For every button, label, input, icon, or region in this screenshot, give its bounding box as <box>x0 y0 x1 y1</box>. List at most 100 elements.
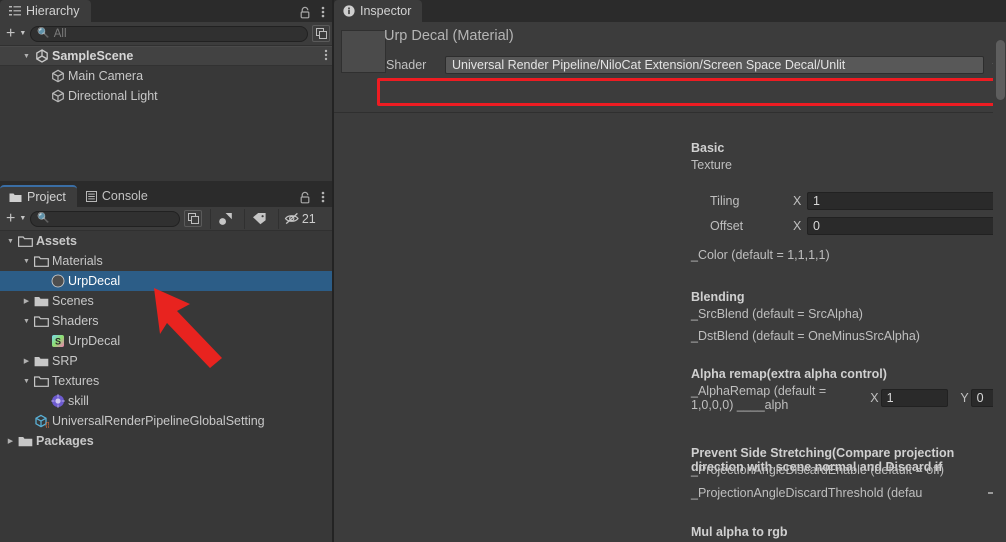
unity-editor-window: Hierarchy + ▼ 🔍 All ▼ SampleScene Main C… <box>0 0 1006 542</box>
hierarchy-expand-button[interactable] <box>312 25 330 42</box>
project-tabbar: Project Console <box>0 185 334 207</box>
project-item-assets[interactable]: ▼ Assets <box>0 231 334 251</box>
chevron-down-icon[interactable]: ▼ <box>20 53 33 60</box>
srcblend-label: _SrcBlend (default = SrcAlpha) <box>691 307 863 321</box>
project-item-srp[interactable]: ▶ SRP <box>0 351 334 371</box>
tab-inspector[interactable]: Inspector <box>334 0 423 22</box>
lock-icon[interactable] <box>294 191 316 207</box>
tree-spacer: ▶ <box>36 92 49 100</box>
inspector-scrollbar-thumb[interactable] <box>996 40 1005 100</box>
kebab-menu-icon[interactable] <box>324 49 328 64</box>
chevron-down-icon[interactable]: ▼ <box>20 318 33 325</box>
hierarchy-item-label: SampleScene <box>52 49 134 63</box>
hierarchy-item-directional-light[interactable]: ▶ Directional Light <box>0 86 334 106</box>
folder-open-icon <box>33 313 50 329</box>
material-sphere-icon <box>49 273 66 289</box>
project-tree[interactable]: ▼ Assets ▼ Materials ▶ UrpDecal ▶ Scenes ▼ Shader… <box>0 231 334 542</box>
project-item-universalrenderpipelineglobalsetting[interactable]: ▶ {}UniversalRenderPipelineGlobalSetting <box>0 411 334 431</box>
project-item-label: SRP <box>52 354 78 368</box>
search-icon: 🔍 <box>37 28 50 39</box>
hierarchy-add-button[interactable]: + <box>4 25 17 42</box>
folder-open-icon <box>33 373 50 389</box>
hierarchy-tab-label: Hierarchy <box>26 4 80 18</box>
project-item-urpdecal[interactable]: ▶ UrpDecal <box>0 271 334 291</box>
hierarchy-tab-icon <box>9 5 21 17</box>
offset-row: Offset X 0 Y 0 <box>710 217 1006 235</box>
tree-spacer: ▶ <box>36 397 49 405</box>
inspector-scrollbar[interactable] <box>993 22 1006 542</box>
gameobject-cube-icon <box>49 88 66 104</box>
mul-alpha-section-title: Mul alpha to rgb <box>691 525 788 539</box>
project-item-textures[interactable]: ▼ Textures <box>0 371 334 391</box>
chevron-down-icon[interactable]: ▼ <box>20 378 33 385</box>
chevron-right-icon[interactable]: ▶ <box>20 357 33 365</box>
console-tab-label: Console <box>101 189 148 203</box>
project-item-shaders[interactable]: ▼ Shaders <box>0 311 334 331</box>
texture-icon <box>49 393 66 409</box>
alpha-remap-y-axis-label: Y <box>960 391 969 405</box>
project-add-dropdown-icon[interactable]: ▼ <box>19 215 26 222</box>
project-item-label: Materials <box>52 254 103 268</box>
inspector-panel: Inspector Urp Decal (Material) Shader Un… <box>334 0 1006 542</box>
hierarchy-item-label: Directional Light <box>68 89 158 103</box>
hierarchy-item-main-camera[interactable]: ▶ Main Camera <box>0 66 334 86</box>
inspector-body: Urp Decal (Material) Shader Universal Re… <box>334 22 1006 542</box>
hierarchy-add-dropdown-icon[interactable]: ▼ <box>19 30 26 37</box>
lock-icon[interactable] <box>294 6 316 22</box>
tab-project[interactable]: Project <box>0 185 77 207</box>
chevron-right-icon[interactable]: ▶ <box>4 437 17 445</box>
project-tab-icon <box>9 192 22 203</box>
folder-icon <box>33 293 50 309</box>
hierarchy-search-placeholder: All <box>53 27 67 40</box>
project-item-skill[interactable]: ▶ skill <box>0 391 334 411</box>
project-item-label: Textures <box>52 374 100 388</box>
tiling-x-input[interactable]: 1 <box>807 192 1006 210</box>
project-item-materials[interactable]: ▼ Materials <box>0 251 334 271</box>
inspector-tab-label: Inspector <box>360 4 412 18</box>
project-item-label: skill <box>68 394 89 408</box>
project-item-label: UniversalRenderPipelineGlobalSetting <box>52 414 265 428</box>
alpha-remap-x-input[interactable]: 1 <box>880 389 949 407</box>
tab-hierarchy[interactable]: Hierarchy <box>0 0 91 22</box>
project-search-input[interactable]: 🔍 <box>30 210 181 227</box>
tiling-label: Tiling <box>710 194 740 208</box>
tree-spacer: ▶ <box>36 72 49 80</box>
project-item-urpdecal[interactable]: ▶ S UrpDecal <box>0 331 334 351</box>
hierarchy-tree[interactable]: ▼ SampleScene ▶ Main Camera ▶ Directional Lig… <box>0 46 334 185</box>
offset-x-input[interactable]: 0 <box>807 217 1006 235</box>
shader-value: Universal Render Pipeline/NiloCat Extens… <box>452 58 846 72</box>
hierarchy-toolbar: + ▼ 🔍 All <box>0 22 334 46</box>
chevron-down-icon[interactable]: ▼ <box>4 238 17 245</box>
color-property-label: _Color (default = 1,1,1,1) <box>691 248 830 262</box>
project-item-packages[interactable]: ▶ Packages <box>0 431 334 451</box>
svg-text:{}: {} <box>45 422 49 428</box>
project-item-label: Scenes <box>52 294 94 308</box>
hierarchy-tabbar: Hierarchy <box>0 0 334 22</box>
project-expand-button[interactable] <box>184 210 203 227</box>
project-item-scenes[interactable]: ▶ Scenes <box>0 291 334 311</box>
projection-discard-threshold-label: _ProjectionAngleDiscardThreshold (defau <box>691 486 923 500</box>
chevron-down-icon[interactable]: ▼ <box>20 258 33 265</box>
texture-label: Texture <box>691 158 732 172</box>
hierarchy-item-samplescene[interactable]: ▼ SampleScene <box>0 46 334 66</box>
folder-icon <box>33 353 50 369</box>
tab-console[interactable]: Console <box>77 185 159 207</box>
filter-by-label-icon[interactable] <box>244 208 275 229</box>
project-item-label: Shaders <box>52 314 99 328</box>
gameobject-cube-icon <box>49 68 66 84</box>
material-header: Urp Decal (Material) Shader Universal Re… <box>334 22 1006 90</box>
project-item-label: UrpDecal <box>68 274 121 288</box>
inspector-tabbar: Inspector <box>334 0 1006 22</box>
hidden-packages-button[interactable]: 21 <box>278 208 321 229</box>
search-icon: 🔍 <box>37 213 50 224</box>
tree-spacer: ▶ <box>36 337 49 345</box>
filter-by-type-icon[interactable] <box>210 208 241 229</box>
offset-x-axis-label: X <box>793 219 802 233</box>
project-item-label: Assets <box>36 234 77 248</box>
project-panel: Project Console + ▼ 🔍 21 ▼ Assets ▼ Mate… <box>0 185 334 542</box>
shader-dropdown[interactable]: Universal Render Pipeline/NiloCat Extens… <box>445 56 984 74</box>
chevron-right-icon[interactable]: ▶ <box>20 297 33 305</box>
project-add-button[interactable]: + <box>4 210 17 227</box>
hierarchy-search-input[interactable]: 🔍 All <box>30 25 308 42</box>
svg-text:S: S <box>54 337 60 347</box>
